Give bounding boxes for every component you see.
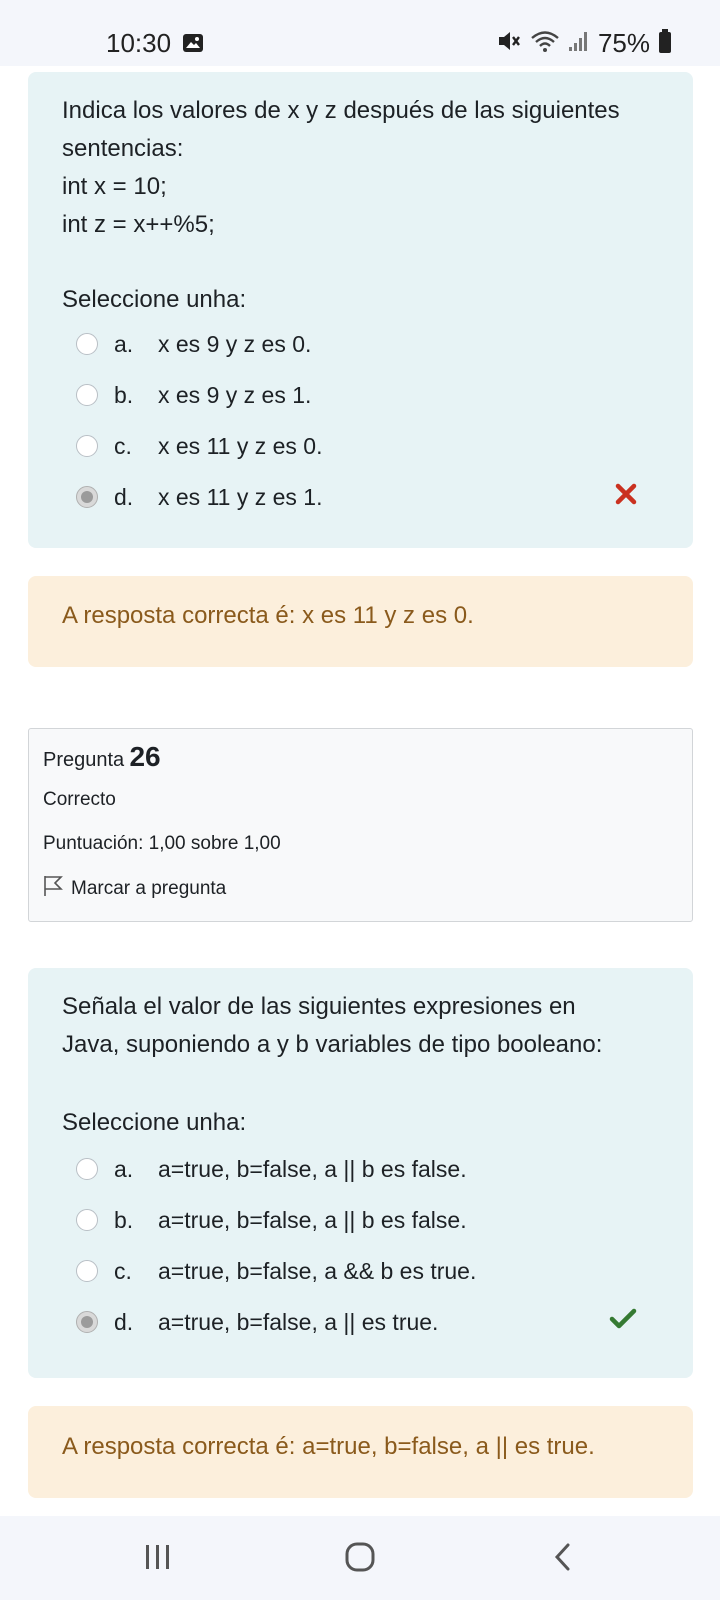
correct-answer-feedback: A resposta correcta é: a=true, b=false, … [28,1406,693,1498]
correct-answer-feedback: A resposta correcta é: x es 11 y z es 0. [28,576,693,667]
status-icons: 75% [496,28,672,59]
radio-button[interactable] [76,333,98,355]
answer-option-c[interactable]: c. x es 11 y z es 0. [76,426,659,466]
signal-icon [568,29,590,58]
recent-apps-icon[interactable] [144,1542,172,1577]
flag-label[interactable]: Marcar a pregunta [71,878,226,900]
mute-icon [496,29,522,58]
option-letter: a. [114,1155,134,1182]
radio-button-selected[interactable] [76,1311,98,1333]
radio-button[interactable] [76,1158,98,1180]
gallery-icon [182,33,204,58]
correct-check-icon [609,1308,637,1335]
option-letter: a. [114,330,134,357]
question-label: Pregunta [43,749,125,771]
radio-button[interactable] [76,384,98,406]
option-text: a=true, b=false, a && b es true. [158,1257,477,1284]
back-icon[interactable] [552,1542,574,1577]
question-text: Señala el valor de las siguientes expres… [62,988,672,1064]
option-letter: b. [114,381,134,408]
option-text: a=true, b=false, a || es true. [158,1308,439,1335]
option-letter: c. [114,432,132,459]
option-text: x es 9 y z es 0. [158,330,312,357]
question-line: Java, suponiendo a y b variables de tipo… [62,1031,603,1058]
incorrect-x-icon [615,483,637,510]
radio-button[interactable] [76,1260,98,1282]
select-prompt: Seleccione unha: [62,1109,247,1136]
question-line: sentencias: [62,135,184,162]
select-prompt: Seleccione unha: [62,286,247,313]
status-time: 10:30 [106,28,172,58]
option-text: x es 11 y z es 0. [158,432,323,459]
question-card: Indica los valores de x y z después de l… [28,72,693,548]
radio-button[interactable] [76,435,98,457]
question-score: Puntuación: 1,00 sobre 1,00 [43,833,281,854]
battery-percent: 75% [597,28,650,58]
flag-question-link[interactable]: Marcar a pregunta [43,875,226,903]
option-letter: c. [114,1257,132,1284]
option-text: a=true, b=false, a || b es false. [158,1155,467,1182]
answer-option-b[interactable]: b. x es 9 y z es 1. [76,375,659,415]
question-card: Señala el valor de las siguientes expres… [28,968,693,1378]
option-letter: b. [114,1206,134,1233]
option-text: x es 9 y z es 1. [158,381,312,408]
question-line: Indica los valores de x y z después de l… [62,97,620,124]
question-line: int x = 10; [62,173,167,200]
answer-option-d[interactable]: d. x es 11 y z es 1. [76,477,659,517]
flag-icon[interactable] [43,875,63,903]
answer-option-b[interactable]: b. a=true, b=false, a || b es false. [76,1200,659,1240]
radio-button[interactable] [76,1209,98,1231]
answer-option-a[interactable]: a. x es 9 y z es 0. [76,324,659,364]
question-line: Señala el valor de las siguientes expres… [62,993,576,1020]
battery-icon [658,28,672,59]
option-letter: d. [114,483,134,510]
answer-option-d[interactable]: d. a=true, b=false, a || es true. [76,1302,659,1342]
home-icon[interactable] [344,1542,376,1577]
option-text: a=true, b=false, a || b es false. [158,1206,467,1233]
status-bar: 10:30 75% [0,0,720,66]
radio-button-selected[interactable] [76,486,98,508]
answer-option-c[interactable]: c. a=true, b=false, a && b es true. [76,1251,659,1291]
wifi-icon [530,29,560,58]
question-state: Correcto [43,789,116,810]
question-line: int z = x++%5; [62,211,215,238]
question-info: Pregunta 26 Correcto Puntuación: 1,00 so… [28,728,693,922]
feedback-text: A resposta correcta é: a=true, b=false, … [62,1433,595,1460]
question-number-value: 26 [129,741,161,772]
option-text: x es 11 y z es 1. [158,483,323,510]
option-letter: d. [114,1308,134,1335]
question-text: Indica los valores de x y z después de l… [62,92,662,244]
navigation-bar [0,1516,720,1600]
question-number: Pregunta 26 [43,741,161,773]
feedback-text: A resposta correcta é: x es 11 y z es 0. [62,602,474,629]
answer-option-a[interactable]: a. a=true, b=false, a || b es false. [76,1149,659,1189]
